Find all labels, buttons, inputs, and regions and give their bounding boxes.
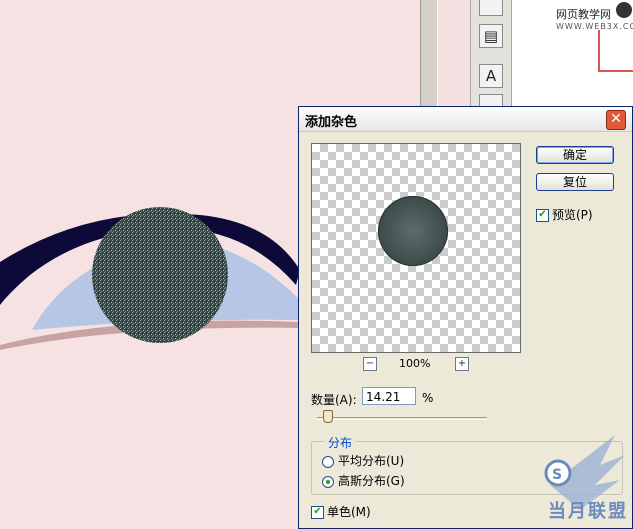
document-frame [598, 30, 633, 72]
monochrome-checkbox[interactable]: ✔ 单色(M) [311, 503, 371, 520]
radio-selected-icon [322, 475, 334, 488]
amount-slider-track[interactable] [317, 417, 487, 420]
radio-gaussian-label: 高斯分布(G) [338, 474, 405, 488]
amount-label: 数量(A): [311, 393, 357, 407]
zoom-controls: − 100% + [359, 357, 489, 373]
ok-button[interactable]: 确定 [536, 146, 614, 164]
zoom-out-button[interactable]: − [363, 357, 377, 371]
dialog-titlebar[interactable]: 添加杂色 ✕ [299, 107, 632, 132]
preview-checkbox[interactable]: ✔ 预览(P) [536, 206, 593, 223]
amount-unit: % [422, 391, 434, 405]
monochrome-label: 单色(M) [327, 505, 371, 519]
type-tool-icon[interactable]: A [479, 64, 503, 88]
zoom-value: 100% [399, 357, 431, 370]
svg-text:S: S [552, 467, 562, 483]
amount-slider-thumb[interactable] [323, 410, 334, 423]
filter-preview[interactable] [311, 143, 521, 353]
watermark-seal-icon [616, 2, 632, 18]
amount-input[interactable]: 14.21 [362, 387, 416, 405]
dialog-title: 添加杂色 [305, 115, 358, 130]
noise-iris [92, 207, 228, 343]
distribution-legend: 分布 [324, 434, 357, 451]
radio-uniform[interactable]: 平均分布(U) [322, 452, 404, 469]
watermark-url: WWW.WEB3X.COM [556, 22, 633, 31]
radio-icon [322, 455, 334, 468]
radio-gaussian[interactable]: 高斯分布(G) [322, 472, 405, 489]
watermark-bottom-text: 当月联盟 [548, 501, 628, 522]
reset-button[interactable]: 复位 [536, 173, 614, 191]
radio-uniform-label: 平均分布(U) [338, 454, 405, 468]
notes-tool-icon[interactable]: ▤ [479, 24, 503, 48]
zoom-in-button[interactable]: + [455, 357, 469, 371]
watermark-site: 网页教学网 [556, 8, 611, 21]
tools-panel: ▤ A [470, 0, 512, 110]
preview-label: 预览(P) [552, 208, 593, 222]
close-icon[interactable]: ✕ [606, 110, 626, 130]
checkbox-checked-icon: ✔ [311, 506, 324, 519]
checkbox-checked-icon: ✔ [536, 209, 549, 222]
tool-button-top[interactable] [479, 0, 503, 16]
preview-noise-ball [378, 196, 448, 266]
